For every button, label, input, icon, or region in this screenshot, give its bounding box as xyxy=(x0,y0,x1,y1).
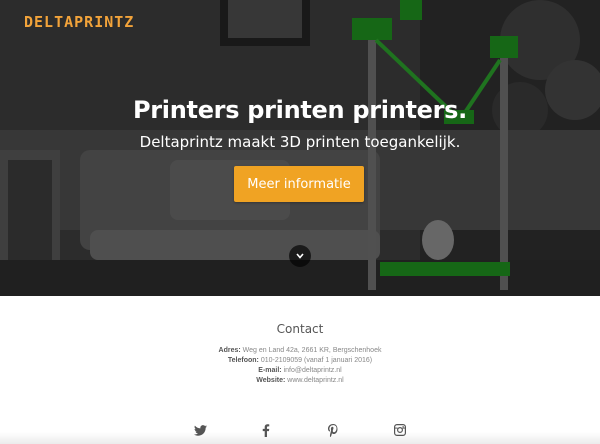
more-info-button[interactable]: Meer informatie xyxy=(234,166,364,202)
phone-label: Telefoon: xyxy=(227,357,259,364)
contact-phone-line: Telefoon: 010-2109059 (vanaf 1 januari 2… xyxy=(0,356,600,366)
phone-value: 010-2109059 (vanaf 1 januari 2016) xyxy=(260,357,373,364)
contact-details: Adres: Weg en Land 42a, 2661 KR, Bergsch… xyxy=(0,346,600,386)
address-label: Adres: xyxy=(218,347,241,354)
hero-headline: Printers printen printers. xyxy=(132,96,467,124)
contact-section: Contact Adres: Weg en Land 42a, 2661 KR,… xyxy=(0,296,600,444)
address-value: Weg en Land 42a, 2661 KR, Bergschenhoek xyxy=(242,347,382,354)
contact-email-line: E-mail: info@deltaprintz.nl xyxy=(0,366,600,376)
scroll-down-button[interactable] xyxy=(289,245,311,267)
hero-subline: Deltaprintz maakt 3D printen toegankelij… xyxy=(139,133,461,151)
email-label: E-mail: xyxy=(258,367,282,374)
contact-address-line: Adres: Weg en Land 42a, 2661 KR, Bergsch… xyxy=(0,346,600,356)
site-logo[interactable]: DELTAPRINTZ xyxy=(24,13,134,31)
website-link[interactable]: www.deltaprintz.nl xyxy=(287,377,343,384)
hero-section: DELTAPRINTZ Printers printen printers. D… xyxy=(0,0,600,296)
chevron-down-icon xyxy=(296,253,304,259)
page-bottom-shadow xyxy=(0,432,600,444)
contact-title: Contact xyxy=(276,322,324,336)
contact-website-line: Website: www.deltaprintz.nl xyxy=(0,376,600,386)
website-label: Website: xyxy=(256,377,286,384)
email-link[interactable]: info@deltaprintz.nl xyxy=(284,367,342,374)
